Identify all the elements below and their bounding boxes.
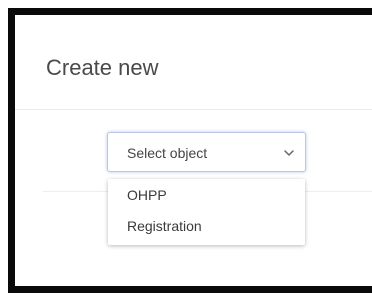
select-dropdown-menu: OHPP Registration bbox=[108, 179, 305, 245]
object-select[interactable]: Select object bbox=[107, 132, 306, 172]
dialog-header: Create new bbox=[15, 15, 372, 110]
dialog-window: Create new Select object OHPP Registrati… bbox=[8, 8, 372, 293]
dialog-title: Create new bbox=[46, 55, 159, 80]
select-placeholder: Select object bbox=[127, 145, 208, 161]
chevron-down-icon bbox=[283, 146, 295, 158]
option-ohpp[interactable]: OHPP bbox=[127, 187, 167, 203]
option-registration[interactable]: Registration bbox=[127, 218, 202, 234]
